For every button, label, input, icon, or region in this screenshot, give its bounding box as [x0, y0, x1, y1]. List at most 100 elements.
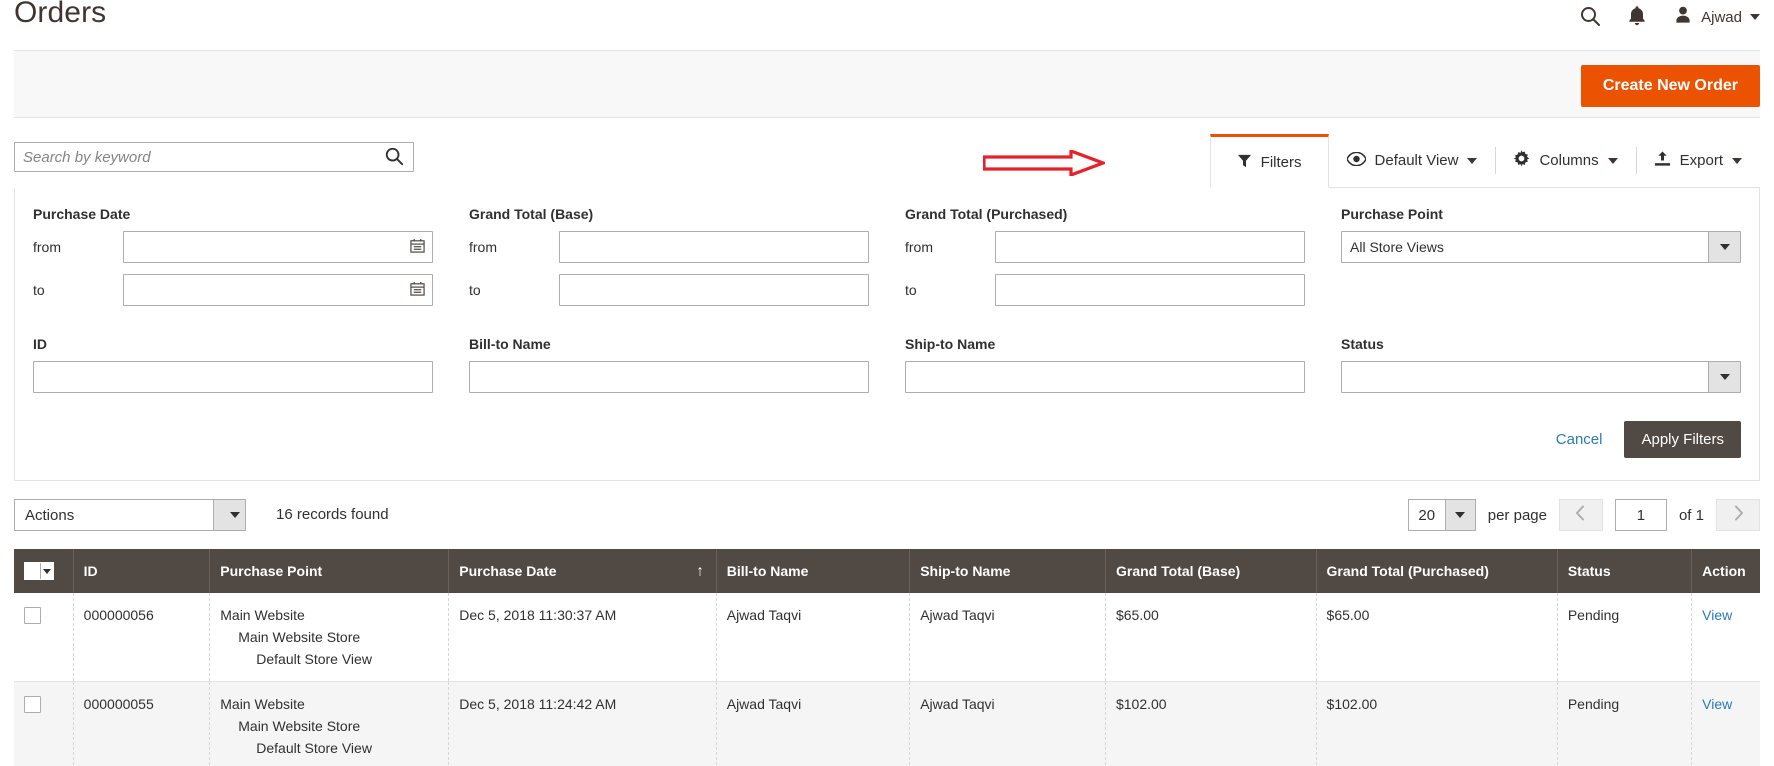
- filter-purchase-date: Purchase Date from to: [33, 206, 433, 317]
- column-header-grand-total-purchased[interactable]: Grand Total (Purchased): [1316, 549, 1558, 593]
- ship-to-name-filter-input[interactable]: [905, 361, 1305, 393]
- per-page-label: per page: [1487, 506, 1547, 524]
- purchase-date-to-calendar-button[interactable]: [402, 275, 432, 305]
- chevron-right-icon: [1733, 505, 1744, 526]
- next-page-button[interactable]: [1716, 499, 1760, 531]
- chevron-left-icon: [1575, 505, 1586, 526]
- default-view-selector[interactable]: Default View: [1329, 134, 1496, 187]
- chevron-down-icon: [1719, 244, 1730, 250]
- status-select[interactable]: [1341, 361, 1741, 393]
- select-all-header[interactable]: [14, 549, 74, 593]
- cell-bill-to-name: Ajwad Taqvi: [716, 681, 911, 766]
- column-header-bill-to-name[interactable]: Bill-to Name: [716, 549, 911, 593]
- purchase-point-select[interactable]: [1341, 231, 1741, 263]
- cell-purchase-point: Main Website Main Website Store Default …: [209, 593, 450, 682]
- row-checkbox[interactable]: [24, 696, 41, 713]
- filter-ship-to-name-label: Ship-to Name: [905, 336, 996, 352]
- filters-row-2: ID Bill-to Name Ship-to Name Status: [33, 336, 1741, 393]
- column-header-id[interactable]: ID: [73, 549, 211, 593]
- grand-total-base-to-input[interactable]: [559, 274, 869, 306]
- purchase-date-from-input[interactable]: [123, 231, 433, 263]
- per-page-select[interactable]: 20: [1407, 499, 1476, 531]
- cell-action: View: [1691, 593, 1760, 682]
- table-header-row: ID Purchase Point Purchase Date ↑ Bill-t…: [14, 549, 1760, 593]
- purchase-point-website: Main Website: [220, 607, 305, 623]
- table-row: 000000056 Main Website Main Website Stor…: [14, 593, 1760, 682]
- orders-table: ID Purchase Point Purchase Date ↑ Bill-t…: [14, 549, 1760, 766]
- purchase-point-store-view: Default Store View: [256, 740, 372, 756]
- cell-id: 000000056: [73, 593, 211, 682]
- filter-purchase-date-label: Purchase Date: [33, 206, 131, 222]
- column-header-ship-to-name[interactable]: Ship-to Name: [909, 549, 1106, 593]
- orders-grid: ID Purchase Point Purchase Date ↑ Bill-t…: [14, 549, 1760, 766]
- filters-row-1: Purchase Date from to Grand Total (Base)…: [33, 206, 1741, 317]
- search-submit-button[interactable]: [380, 146, 413, 169]
- purchase-date-to-wrap: [123, 274, 433, 306]
- purchase-date-from-calendar-button[interactable]: [402, 232, 432, 262]
- gtb-from-row: from: [469, 231, 869, 263]
- gtp-to-row: to: [905, 274, 1305, 306]
- chevron-down-icon: [1732, 157, 1742, 164]
- purchase-point-dropdown-toggle[interactable]: [1708, 232, 1740, 262]
- purchase-date-from-row: from: [33, 231, 433, 263]
- grand-total-purchased-to-input[interactable]: [995, 274, 1305, 306]
- view-order-link[interactable]: View: [1702, 607, 1732, 623]
- purchase-point-select-wrap: [1341, 231, 1741, 263]
- purchase-date-to-input[interactable]: [123, 274, 433, 306]
- keyword-search-box[interactable]: [14, 142, 414, 172]
- select-all-checkbox-dropdown[interactable]: [24, 562, 54, 580]
- select-all-dropdown-toggle[interactable]: [40, 563, 53, 579]
- sort-ascending-icon: ↑: [696, 562, 704, 580]
- grand-total-purchased-from-input[interactable]: [995, 231, 1305, 263]
- columns-selector[interactable]: Columns: [1495, 134, 1635, 187]
- page-header: Orders Ajwad: [0, 0, 1774, 50]
- column-header-action: Action: [1691, 549, 1760, 593]
- column-header-purchase-date-label: Purchase Date: [459, 563, 557, 579]
- previous-page-button[interactable]: [1558, 499, 1603, 531]
- grand-total-base-from-input[interactable]: [559, 231, 869, 263]
- export-selector[interactable]: Export: [1635, 134, 1760, 187]
- cancel-filters-link[interactable]: Cancel: [1556, 431, 1603, 448]
- table-row: 000000055 Main Website Main Website Stor…: [14, 681, 1760, 766]
- global-search-button[interactable]: [1579, 5, 1601, 30]
- column-header-purchase-date[interactable]: Purchase Date ↑: [448, 549, 717, 593]
- notifications-button[interactable]: [1627, 5, 1647, 30]
- column-header-grand-total-base[interactable]: Grand Total (Base): [1105, 549, 1317, 593]
- current-page-input[interactable]: [1614, 499, 1667, 531]
- mass-actions-dropdown-toggle[interactable]: [213, 500, 245, 530]
- chevron-down-icon: [1719, 374, 1730, 380]
- annotation-arrow: [982, 148, 1108, 178]
- row-select-cell: [14, 593, 74, 682]
- apply-filters-button[interactable]: Apply Filters: [1624, 421, 1741, 458]
- row-checkbox[interactable]: [24, 607, 41, 624]
- pagination: 20 per page of 1: [1407, 499, 1760, 531]
- select-all-checkbox[interactable]: [25, 563, 40, 579]
- search-input[interactable]: [15, 144, 380, 170]
- grid-controls: Actions 16 records found 20 per page of …: [14, 499, 1760, 535]
- per-page-dropdown-toggle[interactable]: [1444, 500, 1475, 530]
- to-label: to: [469, 282, 481, 298]
- chevron-down-icon: [1607, 157, 1618, 164]
- bill-to-name-filter-input[interactable]: [469, 361, 869, 393]
- gear-icon: [1513, 150, 1530, 171]
- calendar-icon: [409, 281, 425, 299]
- column-header-purchase-point[interactable]: Purchase Point: [209, 549, 450, 593]
- id-filter-input[interactable]: [33, 361, 433, 393]
- table-body: 000000056 Main Website Main Website Stor…: [14, 593, 1760, 766]
- from-label: from: [905, 239, 933, 255]
- mass-actions-select[interactable]: Actions: [14, 499, 246, 531]
- chevron-down-icon: [1455, 512, 1466, 518]
- cell-purchase-date: Dec 5, 2018 11:30:37 AM: [448, 593, 717, 682]
- table-head: ID Purchase Point Purchase Date ↑ Bill-t…: [14, 549, 1760, 593]
- from-label: from: [33, 239, 61, 255]
- status-dropdown-toggle[interactable]: [1708, 362, 1740, 392]
- eye-icon: [1345, 151, 1367, 170]
- user-menu[interactable]: Ajwad: [1673, 5, 1760, 29]
- records-found-label: 16 records found: [276, 506, 389, 523]
- tab-filters[interactable]: Filters: [1209, 134, 1329, 188]
- filter-purchase-point: Purchase Point: [1341, 206, 1741, 317]
- view-order-link[interactable]: View: [1702, 696, 1732, 712]
- create-new-order-button[interactable]: Create New Order: [1580, 65, 1760, 107]
- default-view-label: Default View: [1374, 152, 1459, 169]
- column-header-status[interactable]: Status: [1557, 549, 1693, 593]
